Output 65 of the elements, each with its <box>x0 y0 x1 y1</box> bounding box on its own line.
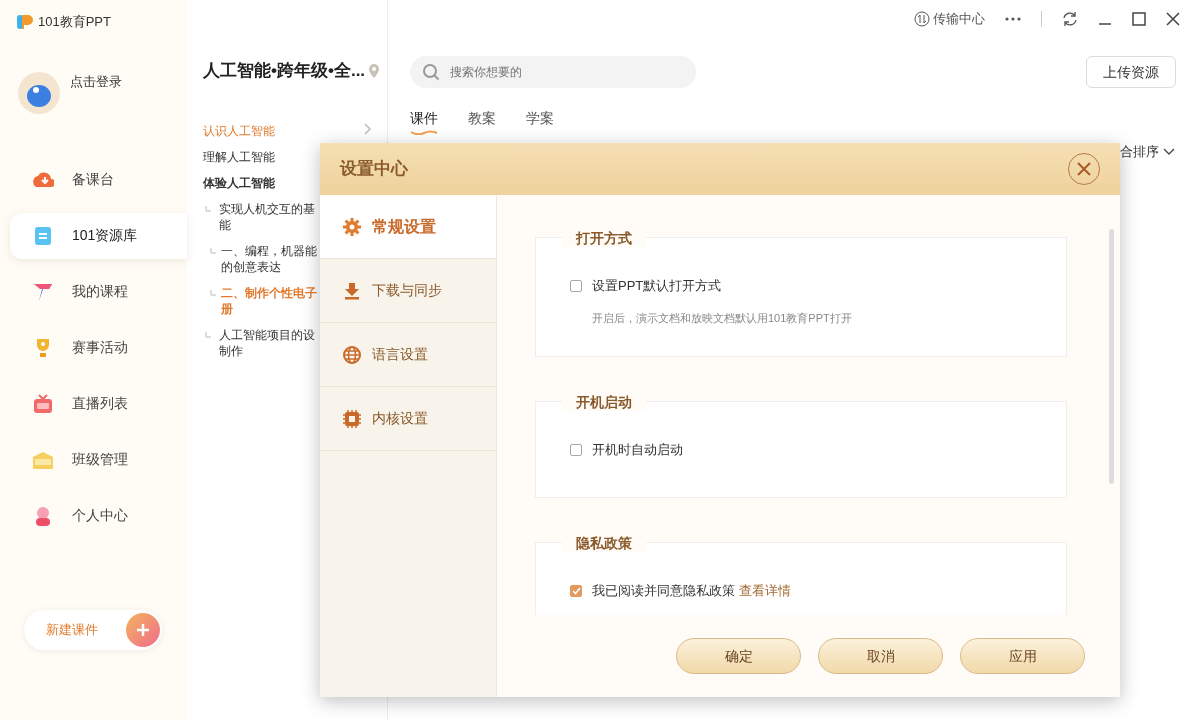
download-icon <box>342 280 362 301</box>
chapter-item[interactable]: 一、编程，机器能的创意表达 <box>221 242 317 275</box>
chapter-item[interactable]: 实现人机交互的基能 <box>219 200 315 233</box>
option-label: 设置PPT默认打开方式 <box>592 277 722 295</box>
dialog-button[interactable]: 应用 <box>960 638 1085 674</box>
tree-branch-icon <box>205 331 211 338</box>
logo-icon <box>16 12 34 31</box>
sort-dropdown[interactable]: 合排序 <box>1120 142 1159 162</box>
sidebar-item[interactable]: 直播列表 <box>10 380 187 427</box>
close-icon <box>1077 162 1091 176</box>
transfer-center-button[interactable]: 传输中心 <box>913 9 985 29</box>
chevron-right-icon <box>363 122 371 135</box>
location-pin-icon <box>368 63 381 78</box>
course-title: 人工智能•跨年级•全... <box>203 60 366 82</box>
tree-branch-icon <box>205 205 211 212</box>
dialog-button[interactable]: 确定 <box>676 638 801 674</box>
maximize-icon[interactable] <box>1132 12 1146 26</box>
search-icon <box>422 63 440 81</box>
resource-tab[interactable]: 课件 <box>410 108 438 135</box>
gear-icon <box>342 216 362 237</box>
login-link[interactable]: 点击登录 <box>70 71 122 152</box>
chapter-item[interactable]: 体验人工智能 <box>203 174 275 191</box>
plus-icon <box>136 623 150 637</box>
group-title: 隐私政策 <box>562 534 646 552</box>
sidebar-item[interactable]: 101资源库 <box>10 212 187 259</box>
tree-branch-icon <box>210 247 216 254</box>
sidebar-item[interactable]: 备课台 <box>10 156 187 203</box>
transfer-icon <box>913 11 930 27</box>
option-note: 开启后，演示文档和放映文档默认用101教育PPT打开 <box>592 310 853 326</box>
details-link[interactable]: 查看详情 <box>739 581 791 601</box>
search-field[interactable]: 搜索你想要的 <box>410 56 696 88</box>
sidebar-item[interactable]: 赛事活动 <box>10 324 187 371</box>
refresh-icon[interactable] <box>1062 11 1078 27</box>
document-icon <box>32 224 54 247</box>
group-title: 打开方式 <box>562 229 646 247</box>
resource-tab[interactable]: 学案 <box>526 108 554 135</box>
settings-nav-item[interactable]: 语言设置 <box>320 323 496 387</box>
logo-text: 101教育PPT <box>38 13 111 31</box>
checkbox[interactable] <box>570 279 582 292</box>
settings-nav-item[interactable]: 内核设置 <box>320 387 496 451</box>
chapter-item[interactable]: 理解人工智能 <box>203 148 275 165</box>
sidebar-item[interactable]: 个人中心 <box>10 492 187 539</box>
resource-tab[interactable]: 教案 <box>468 108 496 135</box>
settings-nav-item[interactable]: 常规设置 <box>320 195 496 259</box>
checkbox[interactable] <box>570 443 582 456</box>
chapter-item[interactable]: 人工智能项目的设制作 <box>219 326 315 359</box>
dialog-title: 设置中心 <box>340 158 408 181</box>
tree-branch-icon <box>210 289 216 296</box>
checkbox[interactable] <box>570 584 582 597</box>
option-label: 我已阅读并同意隐私政策 <box>592 582 735 600</box>
option-label: 开机时自动启动 <box>592 441 683 459</box>
upload-button[interactable]: 上传资源 <box>1086 56 1176 88</box>
sidebar-item[interactable]: 我的课程 <box>10 268 187 315</box>
globe-icon <box>342 344 362 365</box>
scrollbar-thumb[interactable] <box>1109 229 1114 484</box>
close-icon[interactable] <box>1166 12 1180 26</box>
dialog-button[interactable]: 取消 <box>818 638 943 674</box>
chevron-down-icon[interactable] <box>1163 147 1175 156</box>
chip-icon <box>342 408 362 429</box>
settings-nav-item[interactable]: 下载与同步 <box>320 259 496 323</box>
sidebar-item[interactable]: 班级管理 <box>10 436 187 483</box>
more-icon[interactable] <box>1005 17 1021 21</box>
group-title: 开机启动 <box>562 393 646 411</box>
avatar-icon <box>18 71 60 114</box>
tv-icon <box>32 392 54 415</box>
